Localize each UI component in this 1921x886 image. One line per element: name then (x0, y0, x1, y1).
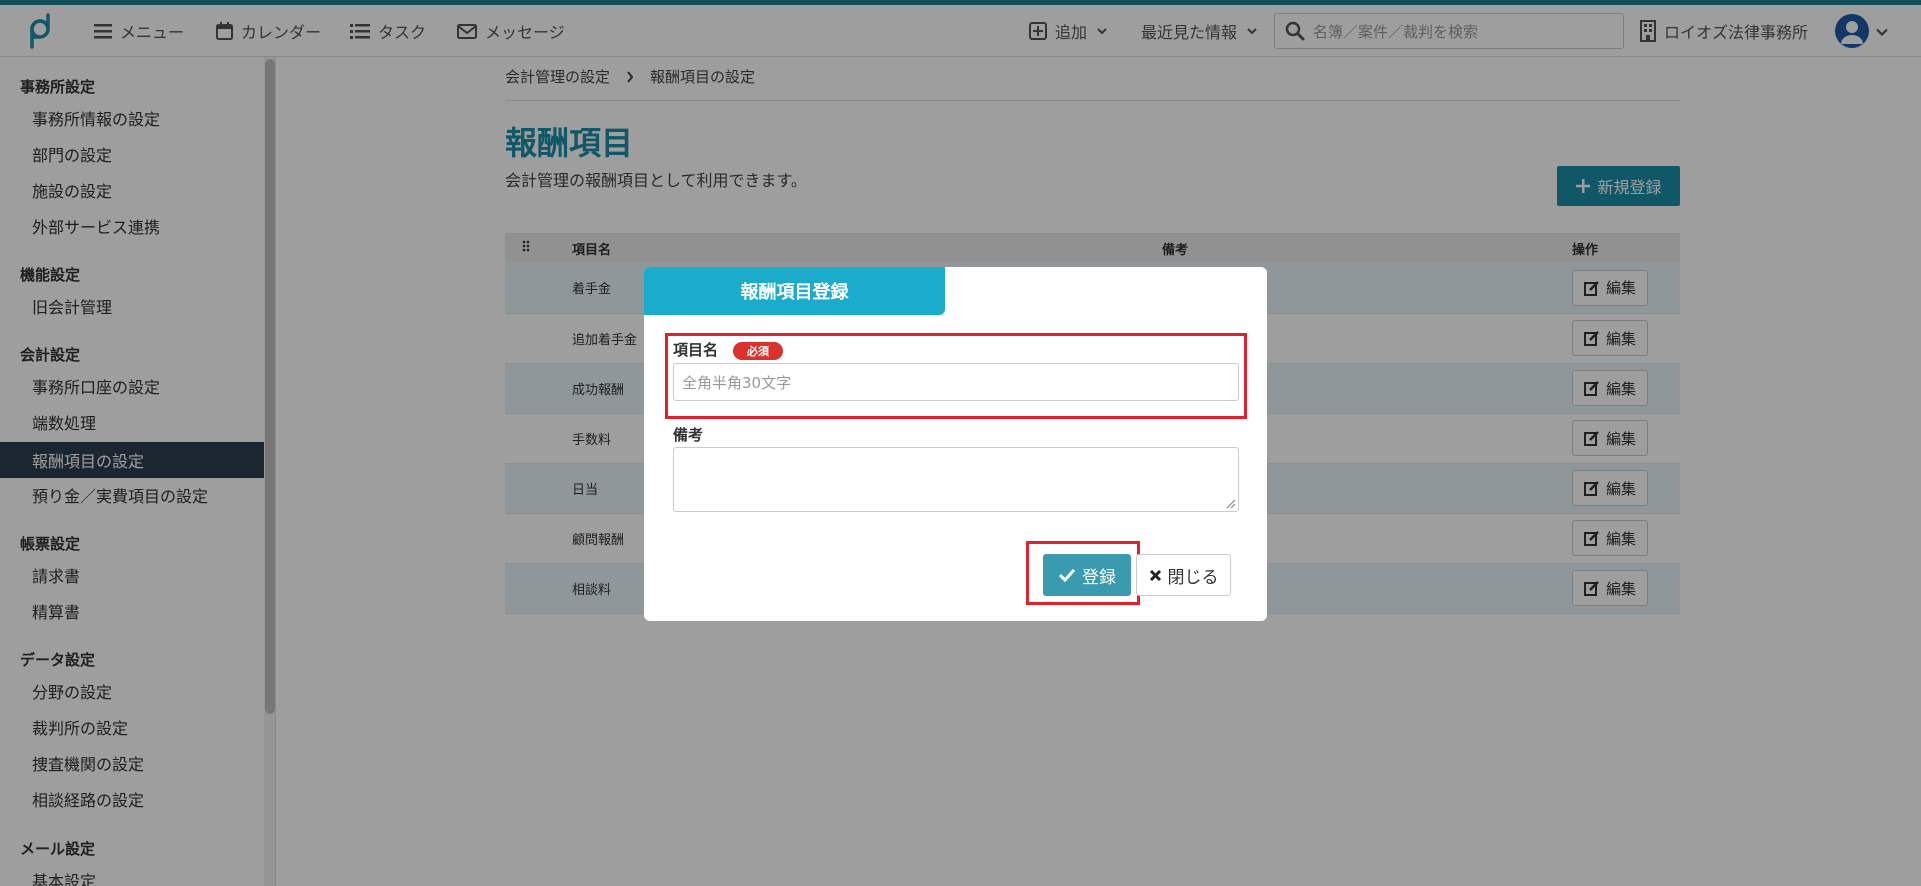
notes-textarea[interactable] (673, 447, 1239, 512)
dialog-title: 報酬項目登録 (644, 267, 945, 315)
close-button[interactable]: 閉じる (1136, 554, 1231, 596)
item-name-label: 項目名 (673, 341, 719, 359)
notes-label: 備考 (673, 426, 704, 444)
item-name-input[interactable]: 全角半角30文字 (673, 363, 1239, 401)
item-name-placeholder: 全角半角30文字 (682, 373, 792, 392)
required-badge: 必須 (733, 342, 783, 360)
register-submit-label: 登録 (1082, 567, 1116, 588)
check-icon (1058, 568, 1076, 582)
close-label: 閉じる (1167, 567, 1219, 588)
resize-handle-icon[interactable] (1226, 499, 1236, 509)
fee-item-register-dialog: 報酬項目登録 項目名 必須 全角半角30文字 備考 登録 閉じる (644, 267, 1267, 621)
register-submit-button[interactable]: 登録 (1043, 554, 1131, 596)
close-icon (1149, 569, 1161, 581)
